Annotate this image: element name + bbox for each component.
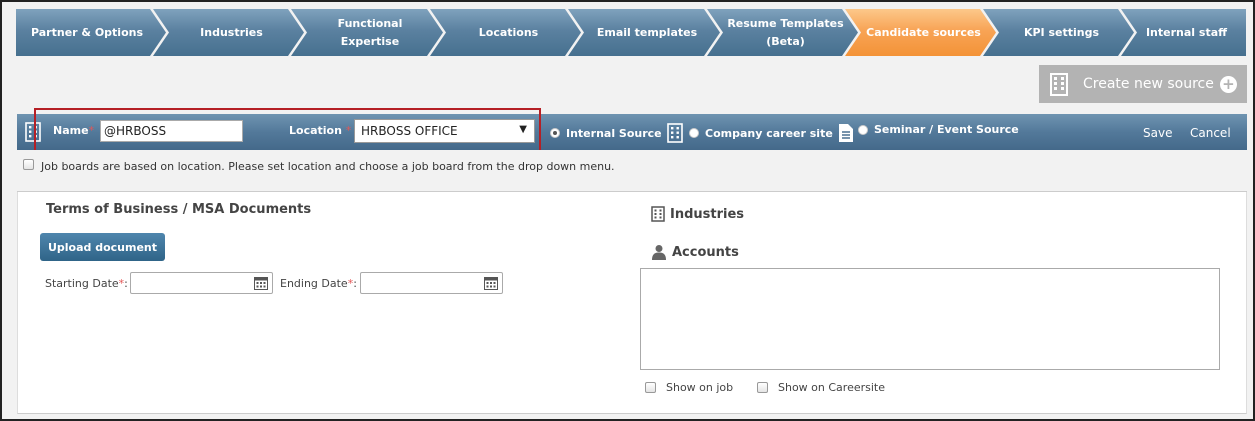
radio-internal-source[interactable]: Internal Source (550, 123, 684, 143)
location-select[interactable]: HRBOSS OFFICE ▼ (354, 119, 535, 143)
radio-label: Seminar / Event Source (874, 123, 1019, 136)
tab-label: Internal staff (1145, 25, 1228, 39)
tab-label: Partner & Options (30, 25, 144, 39)
location-label-text: Location (289, 124, 342, 137)
tab-label: Candidate sources (866, 25, 981, 39)
ending-date-label-text: Ending Date (280, 277, 348, 290)
tab-partner-options[interactable]: Partner & Options (16, 9, 166, 56)
job-boards-note-row: Job boards are based on location. Please… (17, 150, 1247, 192)
show-on-job-checkbox[interactable] (645, 382, 656, 393)
app-frame: Partner & Options Industries Functional E… (0, 0, 1255, 421)
save-button[interactable]: Save (1143, 126, 1172, 140)
ending-date-input[interactable] (360, 272, 503, 294)
required-marker: * (347, 277, 354, 290)
radio-button[interactable] (858, 124, 868, 135)
required-marker: * (345, 124, 352, 137)
plus-circle-icon: + (1219, 75, 1237, 93)
location-label: Location * (289, 124, 351, 137)
source-name-input[interactable] (100, 120, 243, 142)
industries-section-title: Industries (651, 206, 744, 222)
job-boards-note-text: Job boards are based on location. Please… (41, 160, 615, 173)
show-on-careersite-checkbox[interactable] (757, 382, 768, 393)
tab-label: Industries (200, 25, 263, 39)
dropdown-caret-icon: ▼ (519, 124, 527, 135)
user-icon (652, 245, 666, 260)
tab-label-line2: (Beta) (766, 34, 805, 48)
industries-title-text: Industries (670, 206, 745, 222)
cancel-button[interactable]: Cancel (1190, 126, 1231, 140)
starting-date-label: Starting Date*: (45, 277, 128, 290)
starting-date-label-text: Starting Date (45, 277, 119, 290)
tab-resume-templates[interactable]: Resume Templates (Beta) (707, 9, 858, 56)
radio-button[interactable] (550, 128, 560, 138)
show-on-job-option[interactable]: Show on job (645, 381, 733, 394)
tab-candidate-sources[interactable]: Candidate sources (845, 9, 996, 56)
location-selected-value: HRBOSS OFFICE (361, 124, 458, 138)
starting-date-input[interactable] (130, 272, 273, 294)
tab-label: Locations (478, 25, 539, 39)
accounts-list-box[interactable] (640, 268, 1220, 370)
radio-seminar-event-source[interactable]: Seminar / Event Source (858, 123, 1019, 136)
building-icon (25, 122, 41, 142)
tab-label: Resume Templates (727, 16, 844, 30)
tab-email-templates[interactable]: Email templates (568, 9, 720, 56)
radio-button[interactable] (689, 128, 699, 138)
tab-label: Email templates (596, 25, 698, 39)
radio-label: Internal Source (566, 126, 662, 140)
tab-kpi-settings[interactable]: KPI settings (983, 9, 1134, 56)
name-label-text: Name (53, 124, 89, 137)
tab-label: Functional (337, 16, 403, 30)
radio-label: Company career site (705, 126, 833, 140)
name-label: Name* (53, 124, 94, 137)
show-on-careersite-label: Show on Careersite (778, 381, 886, 394)
show-on-job-label: Show on job (666, 381, 734, 394)
create-new-source-label: Create new source (1083, 76, 1214, 92)
ending-date-label: Ending Date*: (280, 277, 357, 290)
create-new-source-button[interactable]: Create new source + (1039, 65, 1247, 103)
accounts-title-text: Accounts (672, 244, 739, 260)
terms-section-title: Terms of Business / MSA Documents (46, 202, 312, 217)
setup-steps-nav: Partner & Options Industries Functional E… (16, 9, 1248, 56)
building-icon (1050, 73, 1068, 96)
source-editor-bar: Name* Location * HRBOSS OFFICE ▼ Interna… (17, 114, 1247, 150)
tab-label: KPI settings (1023, 25, 1100, 39)
tab-internal-staff[interactable]: Internal staff (1121, 9, 1246, 56)
building-icon (651, 206, 665, 222)
source-details-panel: Terms of Business / MSA Documents Upload… (17, 192, 1247, 414)
tab-label-line2: Expertise (340, 34, 400, 48)
upload-document-button[interactable]: Upload document (40, 233, 165, 261)
calendar-icon[interactable] (484, 276, 498, 290)
required-marker: * (88, 124, 95, 137)
required-marker: * (118, 277, 125, 290)
show-on-careersite-option[interactable]: Show on Careersite (757, 381, 885, 394)
job-boards-checkbox[interactable] (23, 159, 34, 170)
calendar-icon[interactable] (254, 276, 268, 290)
tab-industries[interactable]: Industries (153, 9, 304, 56)
radio-company-career-site[interactable]: Company career site (689, 123, 854, 143)
building-icon (666, 123, 683, 143)
document-icon (838, 124, 853, 142)
tab-functional-expertise[interactable]: Functional Expertise (291, 9, 443, 56)
accounts-section-title: Accounts (651, 244, 739, 260)
tab-locations[interactable]: Locations (430, 9, 581, 56)
